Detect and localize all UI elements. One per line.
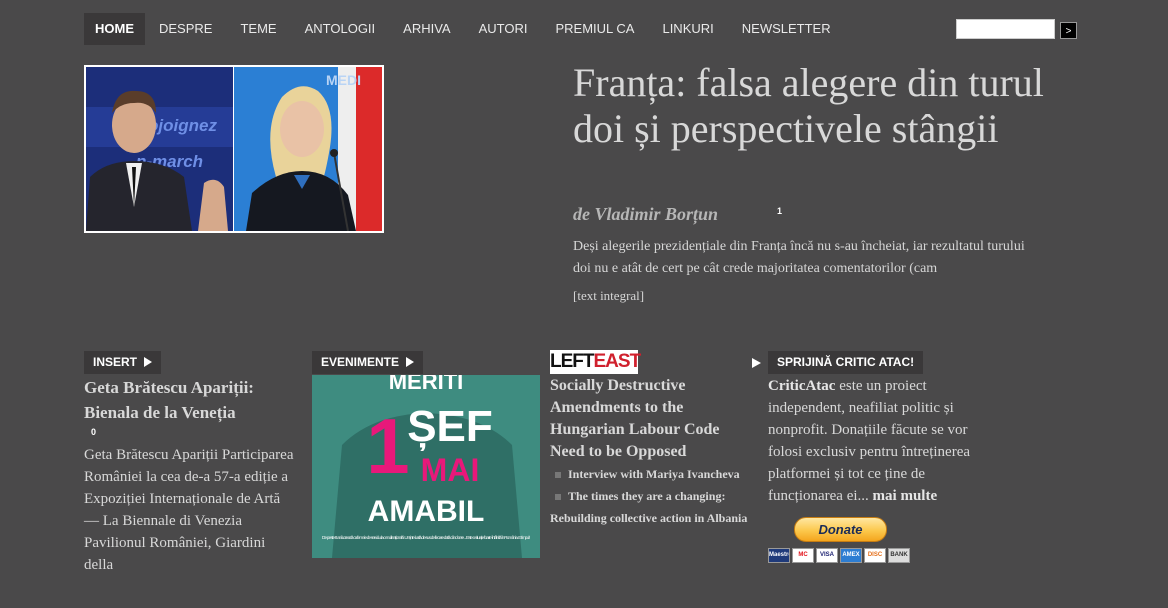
discover-icon: DISC <box>864 548 886 563</box>
poster-sef: ȘEF <box>407 402 493 451</box>
mastercard-icon: MC <box>792 548 814 563</box>
featured-byline[interactable]: de Vladimir Borțun <box>573 204 718 225</box>
poster-mai: MAI <box>421 452 480 488</box>
insert-article-title[interactable]: Geta Brătescu Apariții: Bienala de la Ve… <box>84 375 284 425</box>
lefteast-related-list: Interview with Mariya Ivancheva The time… <box>550 463 770 529</box>
visa-icon: VISA <box>816 548 838 563</box>
poster-amabil: AMABIL <box>368 495 485 528</box>
maestro-card-icon: Maestro <box>768 548 790 563</box>
donate-button[interactable]: Donate <box>794 517 887 542</box>
lefteast-related-item[interactable]: Interview with Mariya Ivancheva <box>550 463 770 485</box>
nav-autori[interactable]: AUTORI <box>465 13 542 45</box>
nav-newsletter[interactable]: NEWSLETTER <box>728 13 845 45</box>
insert-article-text: Geta Brătescu Apariții Participarea Româ… <box>84 447 294 573</box>
featured-image-text-left: ojoignez <box>148 116 217 135</box>
read-more-link[interactable]: [text integral] <box>573 288 644 304</box>
featured-comment-count[interactable]: 1 <box>777 206 782 216</box>
nav-despre[interactable]: DESPRE <box>145 13 226 45</box>
lefteast-article-title[interactable]: Socially Destructive Amendments to the H… <box>550 375 755 463</box>
amex-icon: AMEX <box>840 548 862 563</box>
related-link[interactable]: Interview with Mariya Ivancheva <box>568 467 740 481</box>
play-arrow-icon <box>406 356 415 367</box>
nav-arhiva[interactable]: ARHIVA <box>389 13 464 45</box>
lefteast-logo[interactable]: LEFTEAST <box>550 350 642 374</box>
poster-caption: De peste 8 ani lucrează ca femeie de ser… <box>322 535 530 540</box>
play-arrow-icon <box>752 358 761 368</box>
lefteast-related-item[interactable]: The times they are a changing: Rebuildin… <box>550 485 770 529</box>
search-submit-button[interactable]: > <box>1060 22 1077 39</box>
nav-premiul-ca[interactable]: PREMIUL CA <box>541 13 648 45</box>
related-link[interactable]: The times they are a changing: Rebuildin… <box>550 489 747 525</box>
support-more-link[interactable]: mai multe <box>873 488 938 504</box>
support-tag[interactable]: SPRIJINĂ CRITIC ATAC! <box>768 351 924 374</box>
poster-number: 1 <box>366 402 409 490</box>
logo-right: EAST <box>593 351 642 372</box>
featured-image[interactable]: ojoignez n-march MEDI <box>84 65 384 233</box>
support-description: este un proiect independent, neafiliat p… <box>768 378 971 504</box>
support-text: CriticAtac este un proiect independent, … <box>768 375 988 507</box>
insert-tag[interactable]: INSERT <box>84 351 162 374</box>
evenimente-tag[interactable]: EVENIMENTE <box>312 351 424 374</box>
nav-home[interactable]: HOME <box>84 13 145 45</box>
nav-antologii[interactable]: ANTOLOGII <box>291 13 390 45</box>
logo-left: LEFT <box>550 351 594 372</box>
evenimente-poster[interactable]: MERITI 1 ȘEF MAI AMABIL De peste 8 ani l… <box>312 375 540 558</box>
featured-excerpt: Deși alegerile prezidențiale din Franța … <box>573 239 1025 276</box>
featured-image-text-right: MEDI <box>326 72 361 88</box>
bullet-icon <box>555 494 561 501</box>
featured-title[interactable]: Franța: falsa alegere din turul doi și p… <box>573 60 1053 152</box>
support-brand: CriticAtac <box>768 378 836 394</box>
evenimente-tag-label: EVENIMENTE <box>321 355 400 369</box>
poster-top-text: MERITI <box>389 375 464 394</box>
main-navigation: HOME DESPRE TEME ANTOLOGII ARHIVA AUTORI… <box>84 13 845 45</box>
nav-linkuri[interactable]: LINKURI <box>648 13 727 45</box>
nav-teme[interactable]: TEME <box>226 13 290 45</box>
insert-tag-label: INSERT <box>93 355 138 369</box>
bank-icon: BANK <box>888 548 910 563</box>
play-arrow-icon <box>144 356 153 367</box>
payment-cards: Maestro MC VISA AMEX DISC BANK <box>768 548 910 563</box>
bullet-icon <box>555 472 561 479</box>
search-input[interactable] <box>956 19 1055 39</box>
insert-comment-count[interactable]: 0 <box>91 427 96 437</box>
